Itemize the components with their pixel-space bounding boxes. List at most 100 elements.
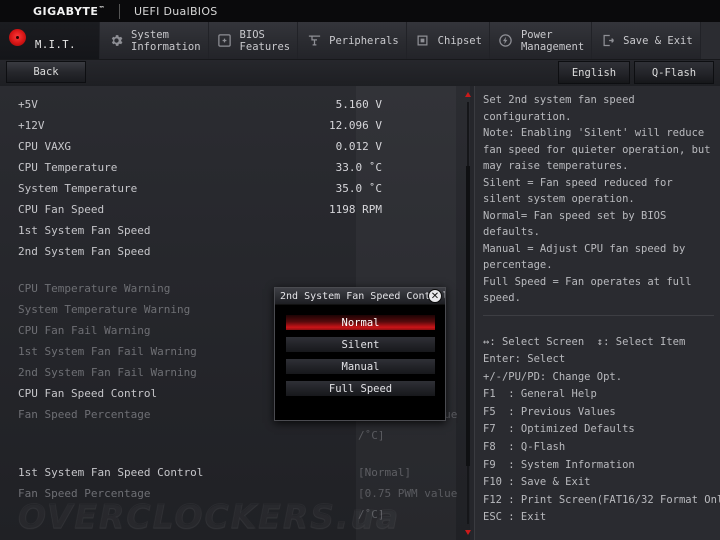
scroll-down-arrow[interactable] xyxy=(464,528,472,536)
setting-value: 35.0 ˚C xyxy=(335,182,382,195)
power-bolt-icon xyxy=(496,31,516,51)
help-paragraph: Note: Enabling 'Silent' will reduce fan … xyxy=(483,127,711,172)
setting-row[interactable]: System Temperature 35.0 ˚C xyxy=(0,178,456,199)
setting-label: CPU Fan Fail Warning xyxy=(18,324,151,337)
help-description: Set 2nd system fan speed configuration. N… xyxy=(475,86,720,307)
setting-label: 1st System Fan Speed Control xyxy=(18,466,204,479)
key-legend-row: ↔: Select Screen ↕: Select Item xyxy=(483,335,686,348)
setting-row[interactable]: 1st System Fan Speed xyxy=(0,220,456,241)
gigabyte-logo: GIGABYTE™ xyxy=(0,5,105,18)
nav-tab-peripherals[interactable]: Peripherals xyxy=(298,22,407,59)
setting-row[interactable]: CPU Fan Speed 1198 RPM xyxy=(0,199,456,220)
help-paragraph: Full Speed = Fan operates at full speed. xyxy=(483,275,692,305)
scrollbar-thumb[interactable] xyxy=(466,166,470,466)
help-paragraph: Set 2nd system fan speed configuration. xyxy=(483,94,635,123)
setting-label: CPU Fan Speed Control xyxy=(18,387,158,400)
nav-tab-label: Save & Exit xyxy=(623,34,693,47)
nav-tab-m-i-t[interactable]: M.I.T. xyxy=(0,22,100,59)
triangle-down-icon xyxy=(465,529,471,535)
setting-label: Fan Speed Percentage xyxy=(18,487,151,500)
key-legend-row: +/-/PU/PD: Change Opt. xyxy=(483,370,623,383)
setting-row[interactable]: +12V 12.096 V xyxy=(0,115,456,136)
setting-value: /˚C] xyxy=(358,508,385,521)
dialog-option-manual[interactable]: Manual xyxy=(285,358,436,375)
mit-gauge-icon xyxy=(6,28,26,51)
brand-logo-text: GIGABYTE xyxy=(33,4,99,18)
content-area: +5V 5.160 V +12V 12.096 V CPU VAXG 0.012 V CPU… xyxy=(0,86,720,540)
setting-value: 5.160 V xyxy=(335,98,382,111)
nav-tab-label: Peripherals xyxy=(329,34,399,47)
back-button[interactable]: Back xyxy=(6,61,86,83)
key-legend-row: Enter: Select xyxy=(483,353,566,366)
nav-tab-label: Power Management xyxy=(520,28,585,53)
help-paragraph: Silent = Fan speed reduced for silent sy… xyxy=(483,176,673,206)
help-paragraph: Manual = Adjust CPU fan speed by percent… xyxy=(483,242,686,272)
trademark-symbol: ™ xyxy=(98,4,105,12)
qflash-button[interactable]: Q-Flash xyxy=(634,61,714,84)
setting-row[interactable]: +5V 5.160 V xyxy=(0,94,456,115)
main-navigation: M.I.T. System Information BIOS Features Per… xyxy=(0,22,720,60)
dialog-options-list: Normal Silent Manual Full Speed xyxy=(275,305,445,411)
nav-tab-power-management[interactable]: Power Management xyxy=(489,22,593,59)
chipset-icon xyxy=(413,31,433,51)
setting-label: 1st System Fan Fail Warning xyxy=(18,345,197,358)
setting-value: [0.75 PWM value xyxy=(358,487,458,500)
setting-label: Fan Speed Percentage xyxy=(18,408,151,421)
setting-row xyxy=(0,262,456,278)
key-legend-row: F12 : Print Screen(FAT16/32 Format Only) xyxy=(483,493,720,506)
setting-label: 1st System Fan Speed xyxy=(18,224,151,237)
scroll-up-arrow[interactable] xyxy=(464,90,472,98)
setting-row xyxy=(0,446,456,462)
nav-tab-system-information[interactable]: System Information xyxy=(100,22,209,59)
setting-row[interactable]: 2nd System Fan Speed xyxy=(0,241,456,262)
triangle-up-icon xyxy=(465,91,471,97)
close-icon[interactable]: ✕ xyxy=(428,289,442,303)
key-legend-row: ESC : Exit xyxy=(483,511,547,524)
setting-value: 1198 RPM xyxy=(329,203,382,216)
chip-plus-icon xyxy=(215,31,235,51)
brand-divider xyxy=(118,3,120,19)
setting-row[interactable]: CPU VAXG 0.012 V xyxy=(0,136,456,157)
dialog-option-silent[interactable]: Silent xyxy=(285,336,436,353)
dialog-title-text: 2nd System Fan Speed Control xyxy=(280,290,445,302)
setting-label: +5V xyxy=(18,98,38,111)
setting-row[interactable]: /˚C] xyxy=(0,425,456,446)
setting-row[interactable]: Fan Speed Percentage [0.75 PWM value xyxy=(0,483,458,504)
nav-tab-label: BIOS Features xyxy=(239,28,291,53)
setting-value: 12.096 V xyxy=(329,119,382,132)
setting-label: 2nd System Fan Speed xyxy=(18,245,151,258)
key-legend: ↔: Select Screen ↕: Select Item Enter: Se… xyxy=(475,316,720,528)
nav-tab-chipset[interactable]: Chipset xyxy=(406,22,490,59)
setting-label: System Temperature Warning xyxy=(18,303,191,316)
bios-screen: GIGABYTE™ UEFI DualBIOS M.I.T. System Inf… xyxy=(0,0,720,540)
key-legend-row: F5 : Previous Values xyxy=(483,405,616,418)
setting-label: CPU Temperature Warning xyxy=(18,282,171,295)
language-button[interactable]: English xyxy=(558,61,630,84)
brand-bar: GIGABYTE™ UEFI DualBIOS xyxy=(0,0,720,22)
key-legend-row: F7 : Optimized Defaults xyxy=(483,423,635,436)
brand-subtitle: UEFI DualBIOS xyxy=(133,4,218,18)
help-paragraph: Normal= Fan speed set by BIOS defaults. xyxy=(483,209,667,239)
nav-tab-label: System Information xyxy=(131,28,201,53)
setting-row xyxy=(0,525,456,540)
setting-row[interactable]: CPU Temperature 33.0 ˚C xyxy=(0,157,456,178)
sub-toolbar: Back English Q-Flash xyxy=(0,60,720,86)
key-legend-row: F1 : General Help xyxy=(483,388,597,401)
setting-label: +12V xyxy=(18,119,45,132)
setting-row[interactable]: /˚C] xyxy=(0,504,456,525)
key-legend-row: F9 : System Information xyxy=(483,458,635,471)
nav-tab-save-exit[interactable]: Save & Exit xyxy=(592,22,701,59)
setting-label: 2nd System Fan Fail Warning xyxy=(18,366,197,379)
dialog-option-normal[interactable]: Normal xyxy=(285,314,436,331)
gear-icon xyxy=(106,31,126,51)
setting-row[interactable]: 1st System Fan Speed Control [Normal] xyxy=(0,462,456,483)
setting-value: 33.0 ˚C xyxy=(335,161,382,174)
setting-label: CPU Fan Speed xyxy=(18,203,105,216)
dialog-option-full-speed[interactable]: Full Speed xyxy=(285,380,436,397)
nav-tab-bios-features[interactable]: BIOS Features xyxy=(208,22,299,59)
fan-speed-control-dialog: 2nd System Fan Speed Control ✕ Normal Sil… xyxy=(274,287,446,421)
nav-tab-label: M.I.T. xyxy=(35,38,76,51)
help-pane: Set 2nd system fan speed configuration. N… xyxy=(474,86,720,540)
vertical-scrollbar[interactable] xyxy=(464,86,472,540)
ports-icon xyxy=(304,31,324,51)
